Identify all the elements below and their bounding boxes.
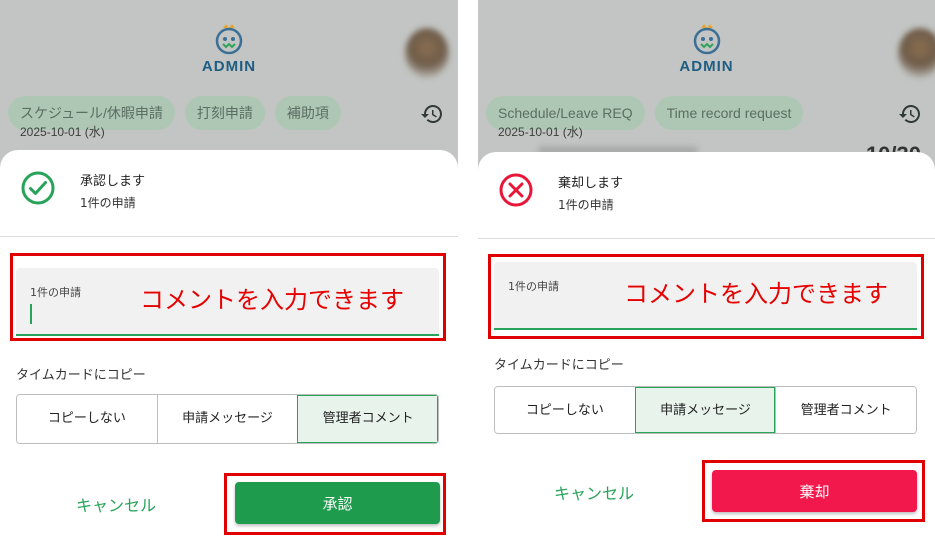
app-background: ADMIN スケジュール/休暇申請 打刻申請 補助項 2025-10-01 (水… bbox=[0, 0, 458, 170]
tab-time-record[interactable]: 打刻申請 bbox=[184, 96, 265, 130]
tab-time-record[interactable]: Time record request bbox=[654, 96, 804, 130]
copy-option-none[interactable]: コピーしない bbox=[17, 395, 157, 443]
sheet-subtitle: 1件の申請 bbox=[80, 196, 136, 210]
sheet-title: 棄却します bbox=[558, 176, 624, 191]
copy-option-selector: コピーしない 申請メッセージ 管理者コメント bbox=[494, 386, 917, 434]
avatar[interactable] bbox=[405, 28, 449, 78]
check-circle-icon bbox=[21, 171, 55, 205]
tab-supplementary[interactable]: 補助項 bbox=[274, 96, 341, 130]
sheet-title: 承認します bbox=[80, 174, 146, 189]
logo-face-icon bbox=[215, 24, 243, 55]
copy-option-selector: コピーしない 申請メッセージ 管理者コメント bbox=[16, 394, 439, 444]
approve-sheet: 承認します 1件の申請 1件の申請 コメントを入力できます タイムカードにコピー… bbox=[0, 150, 458, 543]
list-date: 2025-10-01 (水) bbox=[20, 125, 105, 139]
copy-option-request-message[interactable]: 申請メッセージ bbox=[156, 395, 298, 443]
reject-sheet: 棄却します 1件の申請 1件の申請 コメントを入力できます タイムカードにコピー… bbox=[478, 152, 935, 543]
comment-highlight-box bbox=[10, 253, 446, 341]
history-icon[interactable] bbox=[420, 102, 444, 126]
comment-highlight-box bbox=[488, 254, 924, 339]
reject-highlight-box bbox=[702, 460, 925, 522]
reject-screen: ADMIN Schedule/Leave REQ Time record req… bbox=[478, 0, 935, 543]
approve-screen: ADMIN スケジュール/休暇申請 打刻申請 補助項 2025-10-01 (水… bbox=[0, 0, 458, 543]
cancel-button[interactable]: キャンセル bbox=[76, 492, 156, 516]
logo-text: ADMIN bbox=[679, 58, 734, 75]
copy-option-request-message[interactable]: 申請メッセージ bbox=[634, 387, 776, 433]
list-date: 2025-10-01 (水) bbox=[498, 125, 583, 139]
copy-option-admin-comment[interactable]: 管理者コメント bbox=[297, 395, 438, 443]
sheet-subtitle: 1件の申請 bbox=[558, 198, 614, 212]
copy-option-none[interactable]: コピーしない bbox=[495, 387, 635, 433]
divider bbox=[478, 238, 935, 239]
logo-face-icon bbox=[693, 24, 720, 55]
divider bbox=[0, 236, 458, 237]
cancel-button[interactable]: キャンセル bbox=[554, 480, 634, 504]
copy-option-admin-comment[interactable]: 管理者コメント bbox=[775, 387, 916, 433]
admin-logo: ADMIN bbox=[174, 22, 284, 75]
logo-text: ADMIN bbox=[201, 58, 257, 75]
admin-logo: ADMIN bbox=[652, 22, 762, 75]
copy-to-timecard-label: タイムカードにコピー bbox=[16, 368, 146, 383]
app-background: ADMIN Schedule/Leave REQ Time record req… bbox=[478, 0, 935, 170]
copy-to-timecard-label: タイムカードにコピー bbox=[494, 358, 624, 373]
x-circle-icon bbox=[499, 173, 533, 207]
history-icon[interactable] bbox=[898, 102, 922, 126]
approve-highlight-box bbox=[224, 473, 446, 535]
avatar[interactable] bbox=[898, 28, 935, 78]
